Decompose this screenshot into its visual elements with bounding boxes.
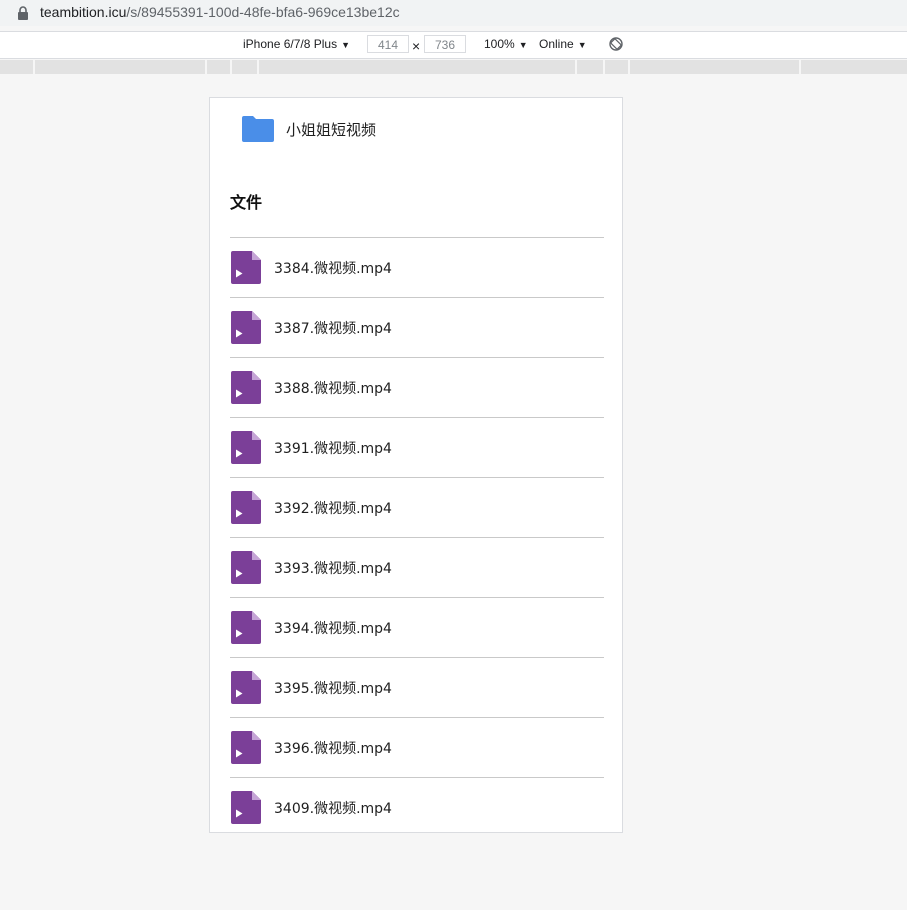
ruler-tick xyxy=(257,60,259,74)
chevron-down-icon: ▼ xyxy=(577,40,587,50)
file-row[interactable]: 3392.微视频.mp4 xyxy=(230,477,604,537)
chevron-down-icon: ▼ xyxy=(518,40,528,50)
file-row[interactable]: 3391.微视频.mp4 xyxy=(230,417,604,477)
file-row[interactable]: 3396.微视频.mp4 xyxy=(230,717,604,777)
zoom-label: 100% xyxy=(484,37,515,51)
video-file-icon xyxy=(231,251,261,284)
zoom-select[interactable]: 100% ▼ xyxy=(484,37,528,51)
video-file-icon xyxy=(231,311,261,344)
chevron-down-icon: ▼ xyxy=(341,40,350,50)
video-file-icon xyxy=(231,671,261,704)
file-row[interactable]: 3387.微视频.mp4 xyxy=(230,297,604,357)
ruler-tick xyxy=(205,60,207,74)
device-select[interactable]: iPhone 6/7/8 Plus ▼ xyxy=(243,37,350,51)
file-name: 3393.微视频.mp4 xyxy=(274,560,392,577)
file-name: 3388.微视频.mp4 xyxy=(274,380,392,397)
file-row[interactable]: 3388.微视频.mp4 xyxy=(230,357,604,417)
folder-header: 小姐姐短视频 xyxy=(242,116,376,142)
device-label: iPhone 6/7/8 Plus xyxy=(243,37,338,51)
ruler-tick xyxy=(628,60,630,74)
file-row[interactable]: 3395.微视频.mp4 xyxy=(230,657,604,717)
folder-icon xyxy=(242,116,274,142)
section-title: 文件 xyxy=(230,193,263,212)
file-name: 3394.微视频.mp4 xyxy=(274,620,392,637)
file-row[interactable]: 3394.微视频.mp4 xyxy=(230,597,604,657)
network-label: Online xyxy=(539,37,574,51)
height-input[interactable]: 736 xyxy=(424,35,466,53)
file-name: 3391.微视频.mp4 xyxy=(274,440,392,457)
ruler-tick xyxy=(230,60,232,74)
width-input[interactable]: 414 xyxy=(367,35,409,53)
file-name: 3409.微视频.mp4 xyxy=(274,800,392,817)
device-viewport: 小姐姐短视频 文件 3384.微视频.mp4 3387.微视频.mp4 3388… xyxy=(209,97,623,833)
lock-icon xyxy=(18,6,28,20)
ruler-tick xyxy=(799,60,801,74)
video-file-icon xyxy=(231,551,261,584)
file-name: 3387.微视频.mp4 xyxy=(274,320,392,337)
ruler-tick xyxy=(575,60,577,74)
file-name: 3384.微视频.mp4 xyxy=(274,260,392,277)
ruler-tick xyxy=(33,60,35,74)
dimension-separator: × xyxy=(412,38,421,54)
video-file-icon xyxy=(231,791,261,824)
network-select[interactable]: Online ▼ xyxy=(539,37,587,51)
file-row[interactable]: 3409.微视频.mp4 xyxy=(230,777,604,832)
video-file-icon xyxy=(231,611,261,644)
file-name: 3395.微视频.mp4 xyxy=(274,680,392,697)
ruler-tick xyxy=(603,60,605,74)
device-toolbar: iPhone 6/7/8 Plus ▼ 414 × 736 100% ▼ Onlin… xyxy=(0,31,907,59)
file-name: 3396.微视频.mp4 xyxy=(274,740,392,757)
url-host: teambition.icu xyxy=(40,4,127,20)
video-file-icon xyxy=(231,431,261,464)
file-row[interactable]: 3384.微视频.mp4 xyxy=(230,237,604,297)
rotate-icon[interactable] xyxy=(609,37,623,51)
file-row[interactable]: 3393.微视频.mp4 xyxy=(230,537,604,597)
file-list: 3384.微视频.mp4 3387.微视频.mp4 3388.微视频.mp4 3… xyxy=(230,237,604,832)
url-text[interactable]: teambition.icu/s/89455391-100d-48fe-bfa6… xyxy=(40,4,400,20)
address-bar[interactable]: teambition.icu/s/89455391-100d-48fe-bfa6… xyxy=(0,0,907,26)
url-path: /s/89455391-100d-48fe-bfa6-969ce13be12c xyxy=(126,4,400,20)
file-name: 3392.微视频.mp4 xyxy=(274,500,392,517)
video-file-icon xyxy=(231,371,261,404)
video-file-icon xyxy=(231,491,261,524)
video-file-icon xyxy=(231,731,261,764)
media-query-bar[interactable] xyxy=(0,60,907,74)
folder-name: 小姐姐短视频 xyxy=(286,120,377,139)
